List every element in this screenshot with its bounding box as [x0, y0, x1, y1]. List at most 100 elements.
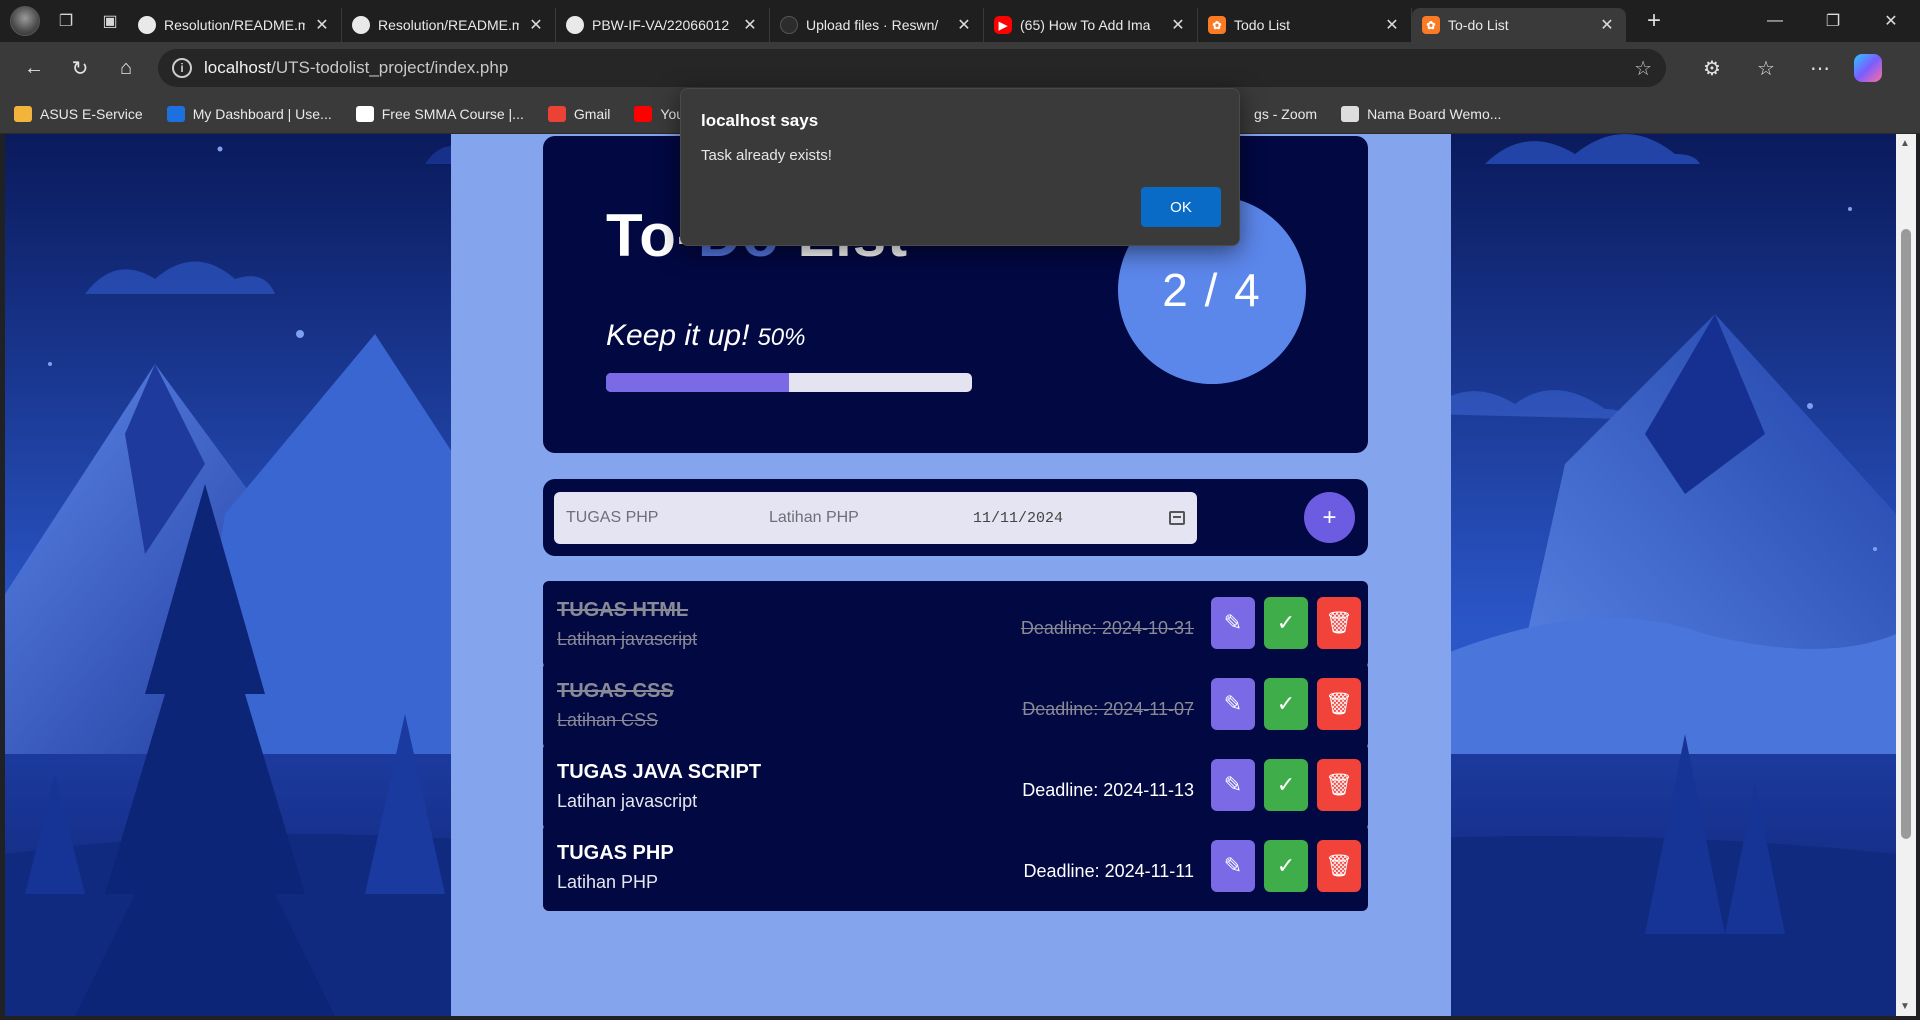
complete-task-button[interactable]: ✓: [1264, 678, 1308, 730]
deadline-date-input[interactable]: 11/11/2024: [961, 492, 1197, 544]
more-menu-icon[interactable]: ⋯: [1800, 48, 1840, 88]
scroll-down-arrow-icon[interactable]: ▼: [1900, 1001, 1910, 1012]
browser-tab[interactable]: PBW-IF-VA/22066012 ✕: [556, 8, 770, 42]
bookmark-item[interactable]: gs - Zoom: [1228, 105, 1317, 122]
bookmark-item[interactable]: Free SMMA Course |...: [355, 105, 524, 122]
browser-toolbar: ← ↻ ⌂ i localhost/UTS-todolist_project/i…: [0, 42, 1920, 94]
delete-task-button[interactable]: 🗑: [1317, 840, 1361, 892]
scroll-up-arrow-icon[interactable]: ▲: [1900, 138, 1910, 149]
delete-task-button[interactable]: 🗑: [1317, 759, 1361, 811]
github-icon: [138, 16, 156, 34]
profile-avatar[interactable]: [10, 6, 40, 36]
close-tab-icon[interactable]: ✕: [313, 15, 331, 35]
vertical-tabs-icon[interactable]: ▣: [92, 5, 128, 37]
browser-tab[interactable]: Resolution/README.md ✕: [128, 8, 342, 42]
bookmark-label: Free SMMA Course |...: [381, 105, 524, 122]
minimize-button[interactable]: —: [1746, 0, 1804, 42]
edit-task-button[interactable]: ✎: [1211, 678, 1255, 730]
tab-title: Resolution/README.md: [378, 17, 519, 33]
page-scrollbar[interactable]: ▲ ▼: [1896, 134, 1916, 1016]
close-tab-icon[interactable]: ✕: [1598, 15, 1616, 35]
refresh-button[interactable]: ↻: [60, 48, 100, 88]
complete-task-button[interactable]: ✓: [1264, 840, 1308, 892]
new-tab-button[interactable]: +: [1634, 4, 1674, 38]
browser-tab[interactable]: Resolution/README.md ✕: [342, 8, 556, 42]
task-item: TUGAS CSS Latihan CSS Deadline: 2024-11-07…: [543, 662, 1368, 749]
checkmark-icon: ✓: [1276, 610, 1296, 635]
add-task-form: TUGAS PHP Latihan PHP 11/11/2024 +: [543, 479, 1368, 556]
tab-title: Upload files · Reswn/: [806, 17, 939, 33]
pencil-icon: ✎: [1223, 853, 1243, 878]
task-deadline: Deadline: 2024-11-07: [1022, 699, 1194, 719]
task-name: TUGAS PHP: [557, 842, 674, 864]
bookmark-item[interactable]: You: [634, 105, 684, 122]
delete-task-button[interactable]: 🗑: [1317, 597, 1361, 649]
home-button[interactable]: ⌂: [106, 48, 146, 88]
close-tab-icon[interactable]: ✕: [527, 15, 545, 35]
page-viewport: To-Do List Keep it up!50% 2 / 4 TUGAS PH…: [5, 134, 1896, 1016]
dialog-title: localhost says: [701, 111, 819, 130]
deadline-date-value: 11/11/2024: [973, 509, 1064, 527]
bookmark-favicon-icon: [547, 105, 566, 122]
progress-bar-fill: [606, 373, 789, 392]
browser-tab[interactable]: Upload files · Reswn/ ✕: [770, 8, 984, 42]
alert-dialog: localhost says Task already exists! OK: [680, 88, 1240, 246]
progress-message: Keep it up! 50%: [606, 319, 806, 352]
add-task-button[interactable]: +: [1304, 492, 1355, 543]
content-panel: To-Do List Keep it up!50% 2 / 4 TUGAS PH…: [451, 134, 1451, 1016]
copilot-icon[interactable]: [1854, 54, 1882, 82]
edit-task-button[interactable]: ✎: [1211, 597, 1255, 649]
close-window-button[interactable]: ✕: [1862, 0, 1920, 42]
url-text: localhost/UTS-todolist_project/index.php: [204, 58, 509, 77]
dialog-ok-button[interactable]: OK: [1141, 187, 1221, 227]
address-bar[interactable]: i localhost/UTS-todolist_project/index.p…: [158, 49, 1666, 87]
site-info-icon[interactable]: i: [172, 58, 192, 78]
edit-task-button[interactable]: ✎: [1211, 759, 1255, 811]
bookmark-item[interactable]: Gmail: [547, 105, 610, 122]
calendar-icon[interactable]: [1169, 511, 1185, 525]
tab-title: Resolution/README.md: [164, 17, 305, 33]
extensions-icon[interactable]: ⚙: [1692, 48, 1732, 88]
edit-task-button[interactable]: ✎: [1211, 840, 1255, 892]
checkmark-icon: ✓: [1276, 691, 1296, 716]
complete-task-button[interactable]: ✓: [1264, 759, 1308, 811]
bookmark-item[interactable]: ASUS E-Service: [14, 105, 143, 122]
close-tab-icon[interactable]: ✕: [741, 15, 759, 35]
bookmark-favicon-icon: [1341, 105, 1360, 122]
back-button[interactable]: ←: [14, 48, 54, 88]
close-tab-icon[interactable]: ✕: [1169, 15, 1187, 35]
trash-icon: 🗑: [1325, 853, 1353, 878]
pencil-icon: ✎: [1223, 772, 1243, 797]
restore-button[interactable]: ❐: [1804, 0, 1862, 42]
github-icon: [566, 16, 584, 34]
checkmark-icon: ✓: [1276, 853, 1296, 878]
bookmark-favicon-icon: [634, 105, 653, 122]
complete-task-button[interactable]: ✓: [1264, 597, 1308, 649]
browser-tab[interactable]: ✿ Todo List ✕: [1198, 8, 1412, 42]
task-name-input[interactable]: TUGAS PHP: [554, 492, 790, 544]
workspaces-icon[interactable]: ❐: [48, 5, 84, 37]
task-description-input[interactable]: Latihan PHP: [757, 492, 993, 544]
xampp-icon: ✿: [1422, 16, 1440, 34]
tab-title: (65) How To Add Ima: [1020, 17, 1151, 33]
bookmark-favicon-icon: [355, 105, 374, 122]
favorites-icon[interactable]: ☆: [1746, 48, 1786, 88]
tab-title: PBW-IF-VA/22066012: [592, 17, 730, 33]
dialog-message: Task already exists!: [701, 147, 832, 164]
close-tab-icon[interactable]: ✕: [1383, 15, 1401, 35]
close-tab-icon[interactable]: ✕: [955, 15, 973, 35]
github-icon: [352, 16, 370, 34]
bookmark-item[interactable]: My Dashboard | Use...: [166, 105, 332, 122]
browser-tab[interactable]: ▶ (65) How To Add Ima ✕: [984, 8, 1198, 42]
trash-icon: 🗑: [1325, 772, 1353, 797]
scrollbar-thumb[interactable]: [1901, 229, 1911, 839]
browser-tab[interactable]: ✿ To-do List ✕: [1412, 8, 1626, 42]
pencil-icon: ✎: [1223, 691, 1243, 716]
xampp-icon: ✿: [1208, 16, 1226, 34]
delete-task-button[interactable]: 🗑: [1317, 678, 1361, 730]
bookmark-item[interactable]: Nama Board Wemo...: [1341, 105, 1501, 122]
task-item: TUGAS PHP Latihan PHP Deadline: 2024-11-11…: [543, 824, 1368, 911]
tab-title: Todo List: [1234, 17, 1291, 33]
trash-icon: 🗑: [1325, 691, 1353, 716]
favorite-star-icon[interactable]: ☆: [1634, 56, 1652, 81]
